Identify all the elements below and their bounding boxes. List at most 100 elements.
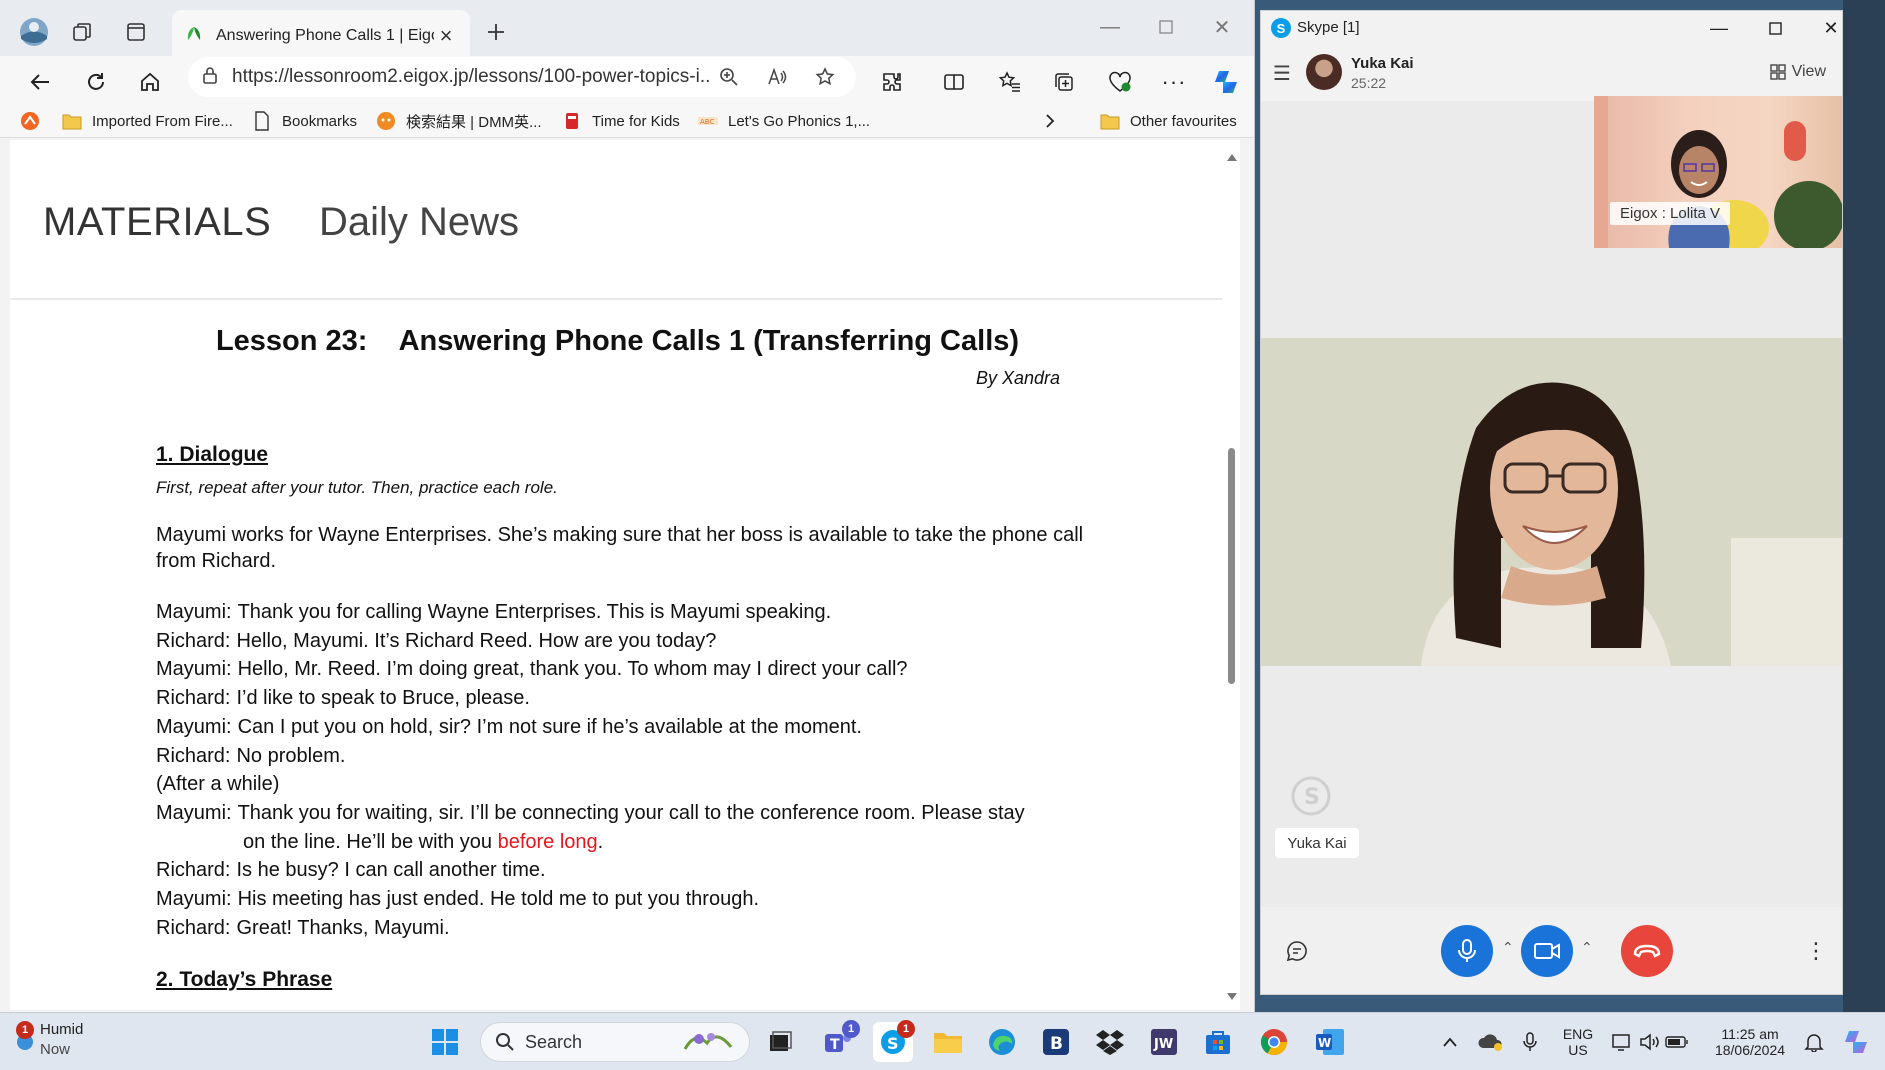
dropbox-icon — [1096, 1030, 1124, 1055]
fav-overflow-chevron-icon[interactable] — [1044, 108, 1056, 134]
copilot-preview-icon[interactable] — [1838, 1013, 1874, 1070]
fav-item-bookmarks[interactable]: Bookmarks — [252, 108, 357, 134]
scrollbar-thumb[interactable] — [1228, 448, 1235, 684]
scroll-down-icon[interactable] — [1226, 992, 1238, 1002]
dialogue-line: Richard: I’d like to speak to Bruce, plea… — [156, 684, 1116, 713]
more-call-options-icon[interactable]: ⋮ — [1801, 925, 1831, 977]
tab-answering-phone-calls[interactable]: Answering Phone Calls 1 | Eigox × — [172, 10, 470, 62]
battery-icon[interactable] — [1664, 1013, 1690, 1070]
dropbox-button[interactable] — [1090, 1022, 1130, 1062]
search-highlight-art-icon — [683, 1033, 733, 1050]
new-tab-icon[interactable] — [478, 14, 514, 50]
read-aloud-icon[interactable] — [760, 60, 794, 94]
skype-minimize-icon[interactable]: — — [1697, 15, 1741, 41]
favorites-icon[interactable] — [990, 62, 1030, 102]
clock-time: 11:25 am — [1721, 1026, 1779, 1042]
lesson-author: By Xandra — [975, 368, 1060, 388]
url-text[interactable]: https://lessonroom2.eigox.jp/lessons/100… — [232, 66, 712, 88]
skype-taskbar-button[interactable]: S 1 — [873, 1020, 915, 1062]
close-window-icon[interactable]: ✕ — [1199, 10, 1245, 44]
clock[interactable]: 11:25 am 18/06/2024 — [1700, 1013, 1800, 1070]
browser-essentials-icon[interactable] — [1100, 62, 1140, 102]
fav-item-imported[interactable]: Imported From Fire... — [62, 108, 233, 134]
chrome-button[interactable] — [1254, 1022, 1294, 1062]
volume-icon[interactable] — [1638, 1013, 1662, 1070]
minimize-icon[interactable]: — — [1087, 10, 1133, 44]
contact-avatar[interactable] — [1306, 54, 1342, 90]
hamburger-menu-icon[interactable]: ☰ — [1273, 61, 1291, 86]
refresh-button[interactable] — [76, 62, 116, 102]
dialogue-line: Mayumi: His meeting has just ended. He to… — [156, 885, 1116, 914]
call-controls: ⌃ ⌃ ⋮ — [1261, 907, 1842, 994]
split-screen-icon[interactable] — [934, 62, 974, 102]
task-view-button[interactable] — [760, 1022, 800, 1062]
dialogue-stage-direction: (After a while) — [156, 770, 1116, 799]
svg-text:S: S — [1304, 785, 1320, 810]
close-tab-icon[interactable]: × — [434, 23, 458, 49]
view-button[interactable]: View — [1769, 63, 1826, 81]
notifications-bell-icon[interactable] — [1802, 1013, 1826, 1070]
more-options-icon[interactable]: ··· — [1154, 62, 1194, 102]
self-video-main[interactable] — [1261, 338, 1842, 666]
daily-news-tab[interactable]: Daily News — [319, 200, 519, 245]
collections-icon[interactable] — [1044, 62, 1084, 102]
network-icon[interactable] — [1610, 1013, 1634, 1070]
fav-item-timeforkids[interactable]: Time for Kids — [562, 108, 680, 134]
fav-label: Time for Kids — [592, 112, 680, 130]
materials-tab[interactable]: MATERIALS — [43, 200, 271, 245]
mic-options-chevron-icon[interactable]: ⌃ — [1502, 939, 1514, 956]
store-button[interactable] — [1198, 1022, 1238, 1062]
skype-titlebar: S Skype [1] — ✕ — [1261, 11, 1842, 45]
back-button[interactable] — [20, 62, 60, 102]
instruction-text: First, repeat after your tutor. Then, pr… — [156, 478, 558, 497]
microphone-tray-icon[interactable] — [1520, 1013, 1540, 1070]
browser-window: Answering Phone Calls 1 | Eigox × — ✕ ht… — [0, 0, 1255, 1012]
jw-library-button[interactable]: JW — [1144, 1022, 1184, 1062]
end-call-button[interactable] — [1621, 925, 1673, 977]
video-button[interactable] — [1521, 925, 1573, 977]
skype-maximize-icon[interactable] — [1753, 15, 1797, 41]
onedrive-icon[interactable] — [1476, 1013, 1506, 1070]
booking-button[interactable]: B — [1036, 1022, 1076, 1062]
skype-logo-icon: S — [1271, 18, 1291, 38]
word-button[interactable]: W — [1310, 1022, 1350, 1062]
page-scrollbar[interactable] — [1223, 140, 1240, 1010]
line-text: Thank you for calling Wayne Enterprises.… — [237, 601, 832, 623]
remote-video-tile[interactable]: Eigox : Lolita V — [1594, 96, 1842, 248]
edge-button[interactable] — [982, 1022, 1022, 1062]
language-indicator[interactable]: ENG US — [1554, 1013, 1602, 1070]
vertical-tabs-icon[interactable] — [118, 14, 154, 50]
line-text: No problem. — [236, 744, 346, 767]
chat-button[interactable] — [1271, 925, 1323, 977]
teams-button[interactable]: T 1 — [818, 1020, 860, 1062]
zoom-icon[interactable] — [712, 60, 746, 94]
address-bar[interactable]: https://lessonroom2.eigox.jp/lessons/100… — [188, 57, 856, 97]
speaker: Richard: — [156, 916, 231, 939]
extensions-icon[interactable] — [872, 62, 912, 102]
home-button[interactable] — [130, 62, 170, 102]
speaker: Richard: — [156, 859, 231, 882]
line-text: (After a while) — [156, 773, 280, 796]
start-button[interactable] — [425, 1022, 465, 1062]
show-hidden-icons-chevron-icon[interactable] — [1440, 1013, 1460, 1070]
scroll-up-icon[interactable] — [1226, 152, 1238, 162]
video-options-chevron-icon[interactable]: ⌃ — [1581, 939, 1593, 956]
lesson-title: Lesson 23: Answering Phone Calls 1 (Tran… — [215, 325, 1020, 357]
fav-item-phonics[interactable]: ABC Let's Go Phonics 1,... — [698, 108, 870, 134]
fav-mozilla-icon[interactable] — [20, 108, 50, 134]
favorite-star-icon[interactable] — [808, 60, 842, 94]
taskbar-search[interactable]: Search — [480, 1022, 750, 1062]
profile-avatar[interactable] — [16, 14, 52, 50]
eigox-favicon-icon — [184, 24, 204, 49]
fav-item-dmm[interactable]: 検索結果 | DMM英... — [376, 108, 542, 134]
skype-close-icon[interactable]: ✕ — [1809, 15, 1842, 41]
fav-other-favourites[interactable]: Other favourites — [1100, 108, 1237, 134]
file-explorer-button[interactable] — [928, 1022, 968, 1062]
maximize-icon[interactable] — [1143, 10, 1189, 44]
mute-button[interactable] — [1441, 925, 1493, 977]
copilot-icon[interactable] — [1206, 62, 1246, 102]
folder-icon — [934, 1033, 962, 1053]
workspaces-icon[interactable] — [64, 14, 100, 50]
self-name-caption: Yuka Kai — [1275, 828, 1359, 858]
lock-icon[interactable] — [202, 66, 218, 89]
